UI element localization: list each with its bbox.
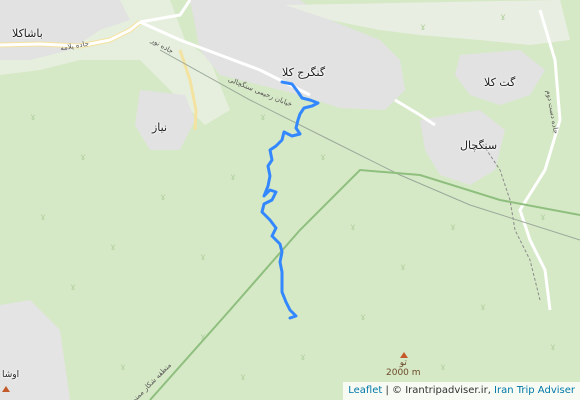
place-label-gatkola: گت کلا (484, 76, 516, 89)
svg-text:ɤ: ɤ (110, 242, 116, 253)
svg-text:ɤ: ɤ (320, 152, 326, 163)
svg-text:ɤ: ɤ (500, 12, 506, 23)
svg-text:ɤ: ɤ (30, 112, 36, 123)
svg-text:ɤ: ɤ (300, 352, 306, 363)
place-label-bashakola: باشاکلا (12, 27, 43, 40)
place-label-niyaz: نیاز (152, 121, 168, 134)
edge-label: اوشا (2, 370, 20, 380)
svg-text:ɤ: ɤ (550, 342, 556, 353)
svg-text:ɤ: ɤ (480, 302, 486, 313)
svg-text:ɤ: ɤ (400, 262, 406, 273)
peak-elevation: 2000 m (386, 368, 421, 378)
svg-text:ɤ: ɤ (200, 252, 206, 263)
peak-label: تو 2000 m (386, 358, 421, 378)
leaflet-link[interactable]: Leaflet (348, 385, 382, 396)
iran-trip-adviser-link[interactable]: Iran Trip Adviser (494, 385, 575, 396)
peak-name: تو (399, 358, 407, 368)
svg-text:ɤ: ɤ (360, 312, 366, 323)
map-viewport[interactable]: ɤɤ ɤɤ ɤɤ ɤɤ ɤɤ ɤɤ ɤɤ ɤɤ ɤɤ ɤɤ ɤɤ ɤɤ باشا… (0, 0, 580, 400)
svg-text:ɤ: ɤ (230, 172, 236, 183)
svg-text:ɤ: ɤ (440, 362, 446, 373)
svg-text:ɤ: ɤ (70, 282, 76, 293)
map-tiles: ɤɤ ɤɤ ɤɤ ɤɤ ɤɤ ɤɤ ɤɤ ɤɤ ɤɤ ɤɤ ɤɤ ɤɤ (0, 0, 580, 400)
attribution-site: Irantripadviser.ir (405, 385, 488, 396)
svg-text:ɤ: ɤ (350, 222, 356, 233)
attribution-separator: | © (382, 385, 406, 396)
map-attribution: Leaflet | © Irantripadviser.ir, Iran Tri… (343, 382, 580, 400)
place-label-gangarjkola: گنگرج کلا (282, 66, 326, 79)
svg-text:ɤ: ɤ (450, 222, 456, 233)
place-label-sangchal: سنگچال (460, 139, 498, 152)
svg-text:ɤ: ɤ (80, 152, 86, 163)
svg-text:ɤ: ɤ (160, 192, 166, 203)
svg-text:ɤ: ɤ (420, 22, 426, 33)
svg-text:ɤ: ɤ (540, 212, 546, 223)
svg-text:ɤ: ɤ (260, 112, 266, 123)
svg-text:ɤ: ɤ (120, 362, 126, 373)
svg-text:ɤ: ɤ (240, 372, 246, 383)
svg-text:ɤ: ɤ (40, 212, 46, 223)
